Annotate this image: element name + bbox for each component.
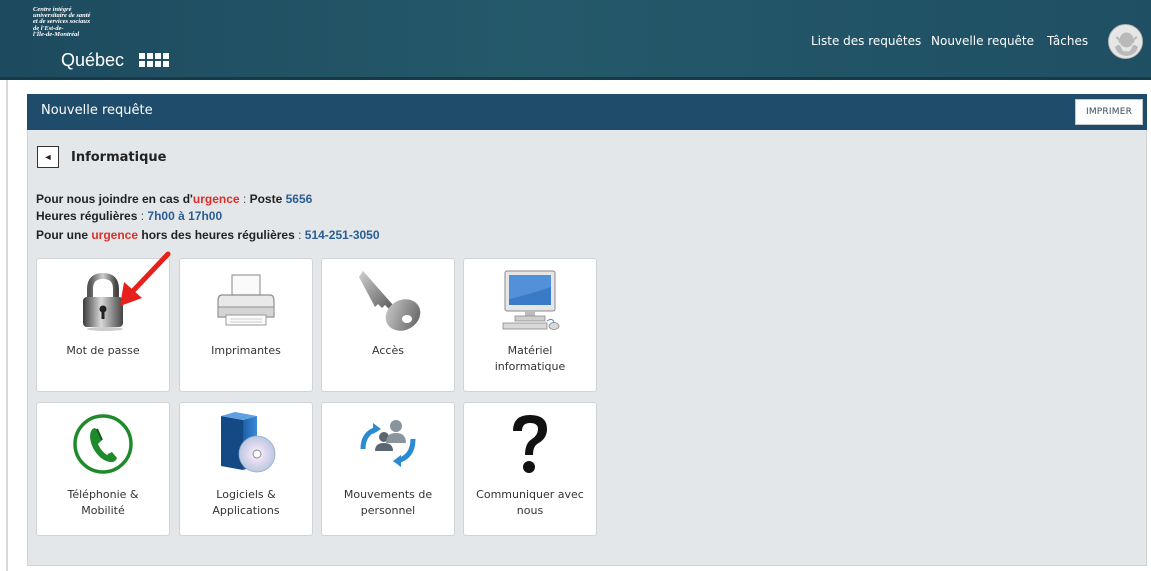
- separator: :: [239, 192, 250, 206]
- top-header: Centre intégré universitaire de santé et…: [0, 0, 1151, 80]
- fleurdelise-flag-icon: [139, 53, 153, 67]
- poste-number: 5656: [285, 192, 313, 206]
- section-title: Informatique: [71, 150, 167, 165]
- nav-taches[interactable]: Tâches: [1047, 34, 1088, 48]
- panel-header: [27, 94, 1147, 130]
- tile-label: Téléphonie & Mobilité: [41, 487, 165, 519]
- ciusss-logo[interactable]: Centre intégré universitaire de santé et…: [33, 6, 183, 73]
- fleurdelise-flag-icon: [155, 53, 169, 67]
- logo-quebec: Québec: [61, 50, 125, 70]
- tile-mouvements-personnel[interactable]: Mouvements de personnel: [321, 402, 455, 536]
- question-mark-icon: [464, 411, 596, 477]
- people-exchange-icon: [322, 411, 454, 477]
- tile-logiciels-applications[interactable]: Logiciels & Applications: [179, 402, 313, 536]
- panel-title: Nouvelle requête: [41, 103, 153, 118]
- urgence-text: urgence: [192, 192, 240, 206]
- user-avatar[interactable]: [1108, 24, 1143, 59]
- tile-label-line: Communiquer avec: [476, 488, 584, 501]
- tile-label: Imprimantes: [211, 344, 281, 357]
- phone-icon: [37, 411, 169, 477]
- tile-label-line: Mouvements de: [343, 488, 433, 501]
- tile-label: Communiquer avec nous: [468, 487, 592, 519]
- tile-imprimantes[interactable]: Imprimantes: [179, 258, 313, 392]
- nav-liste-requetes[interactable]: Liste des requêtes: [811, 34, 921, 48]
- computer-icon: [464, 267, 596, 333]
- tile-label-line: Applications: [212, 504, 280, 517]
- tile-label-line: Logiciels &: [216, 488, 276, 501]
- tile-label-line: personnel: [360, 504, 416, 517]
- tile-label: Matériel informatique: [468, 343, 592, 375]
- tile-label: Mouvements de personnel: [326, 487, 450, 519]
- tile-label: Logiciels & Applications: [184, 487, 308, 519]
- tile-acces[interactable]: Accès: [321, 258, 455, 392]
- back-button[interactable]: ◄: [37, 146, 59, 168]
- urgence-text: urgence: [91, 228, 139, 242]
- printer-icon: [180, 267, 312, 333]
- print-button[interactable]: IMPRIMER: [1075, 99, 1143, 125]
- info-text: Poste: [249, 192, 286, 206]
- info-text: hors des heures régulières: [138, 228, 295, 242]
- separator: :: [294, 228, 305, 242]
- info-text: Heures régulières: [36, 209, 138, 223]
- info-text: Pour une: [36, 228, 92, 242]
- tile-label-line: Téléphonie &: [67, 488, 139, 501]
- software-icon: [180, 411, 312, 477]
- info-hours-line: Heures régulières : 7h00 à 17h00: [36, 209, 222, 223]
- hours-value: 7h00 à 17h00: [147, 209, 223, 223]
- logo-line: l'Île-de-Montréal: [33, 30, 80, 38]
- info-afterhours-line: Pour une urgence hors des heures réguliè…: [36, 228, 380, 242]
- logo-text: Centre intégré universitaire de santé et…: [33, 6, 153, 38]
- tile-label: Accès: [372, 344, 404, 357]
- tile-label: Mot de passe: [66, 344, 140, 357]
- red-arrow-annotation: [120, 251, 171, 306]
- tile-materiel-informatique[interactable]: Matériel informatique: [463, 258, 597, 392]
- info-text: Pour nous joindre en cas d': [36, 192, 193, 206]
- separator: :: [137, 209, 148, 223]
- key-icon: [322, 267, 454, 333]
- tile-label-line: nous: [516, 504, 544, 517]
- page-left-border: [6, 80, 8, 571]
- tile-telephonie-mobilite[interactable]: Téléphonie & Mobilité: [36, 402, 170, 536]
- tile-label-line: Matériel: [507, 344, 553, 357]
- tile-label-line: informatique: [494, 360, 566, 373]
- avatar-icon: [1109, 25, 1142, 58]
- tile-label-line: Mobilité: [81, 504, 125, 517]
- info-urgence-line: Pour nous joindre en cas d'urgence : Pos…: [36, 192, 312, 206]
- nav-nouvelle-requete[interactable]: Nouvelle requête: [931, 34, 1034, 48]
- phone-number: 514-251-3050: [304, 228, 380, 242]
- tile-communiquer-avec-nous[interactable]: Communiquer avec nous: [463, 402, 597, 536]
